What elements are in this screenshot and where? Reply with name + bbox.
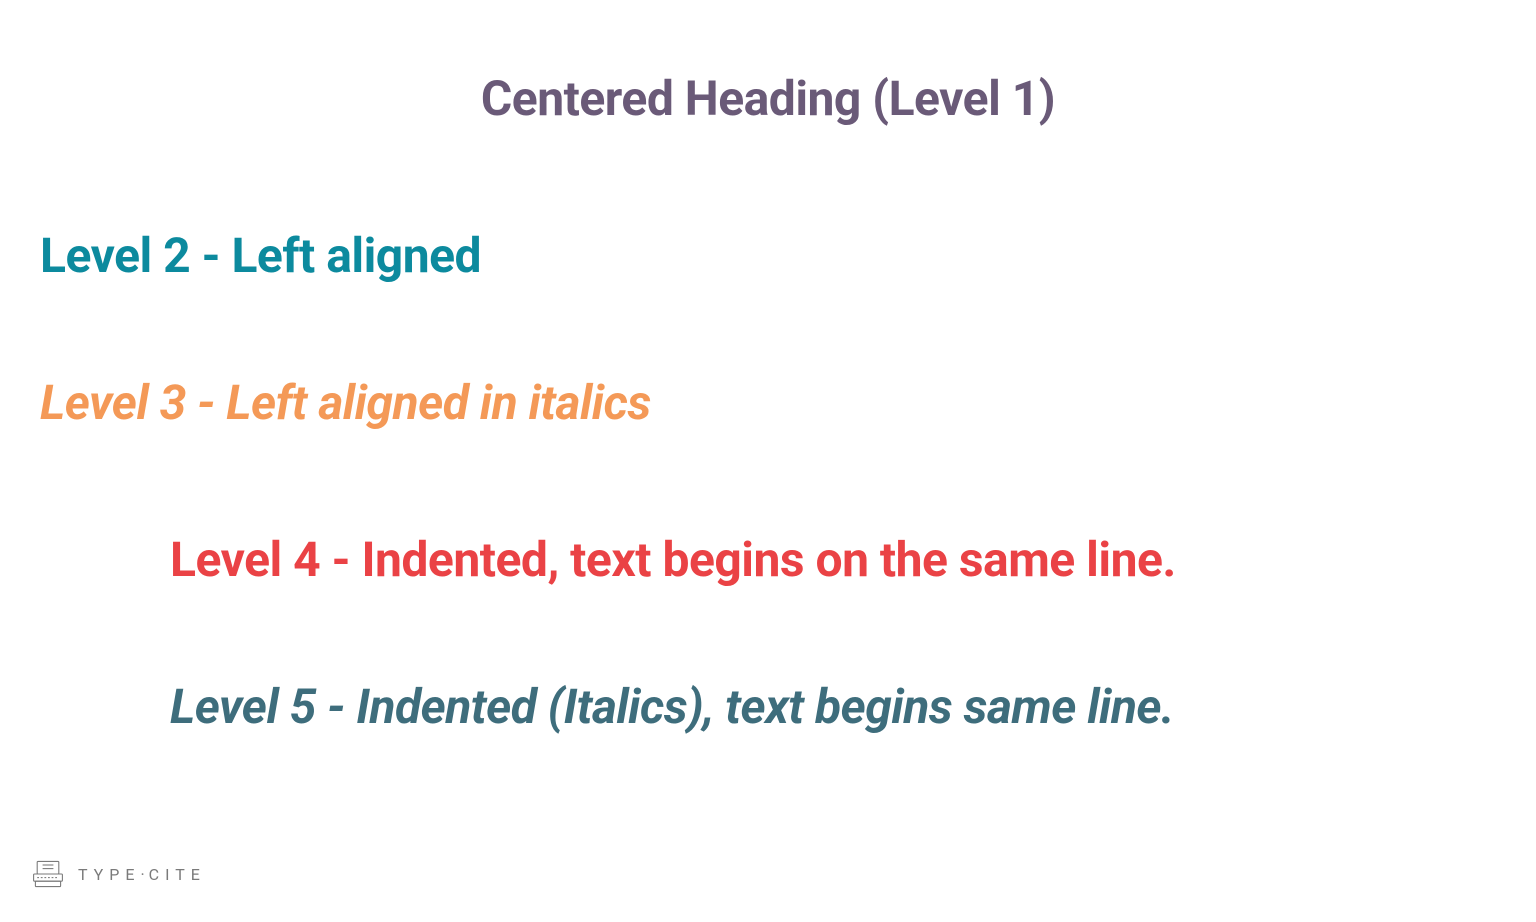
heading-level-2: Level 2 - Left aligned	[40, 227, 1496, 284]
brand-separator: ·	[140, 865, 148, 884]
brand-text: TYPE·CITE	[78, 865, 206, 884]
brand-part-1: TYPE	[78, 865, 140, 884]
document-content: Centered Heading (Level 1) Level 2 - Lef…	[0, 0, 1536, 735]
brand-logo: TYPE·CITE	[30, 856, 206, 892]
heading-level-5: Level 5 - Indented (Italics), text begin…	[170, 678, 1496, 735]
heading-level-4: Level 4 - Indented, text begins on the s…	[170, 531, 1496, 588]
typewriter-icon	[30, 856, 66, 892]
heading-level-3: Level 3 - Left aligned in italics	[40, 374, 1496, 431]
brand-part-2: CITE	[149, 865, 206, 884]
heading-level-1: Centered Heading (Level 1)	[40, 70, 1496, 127]
